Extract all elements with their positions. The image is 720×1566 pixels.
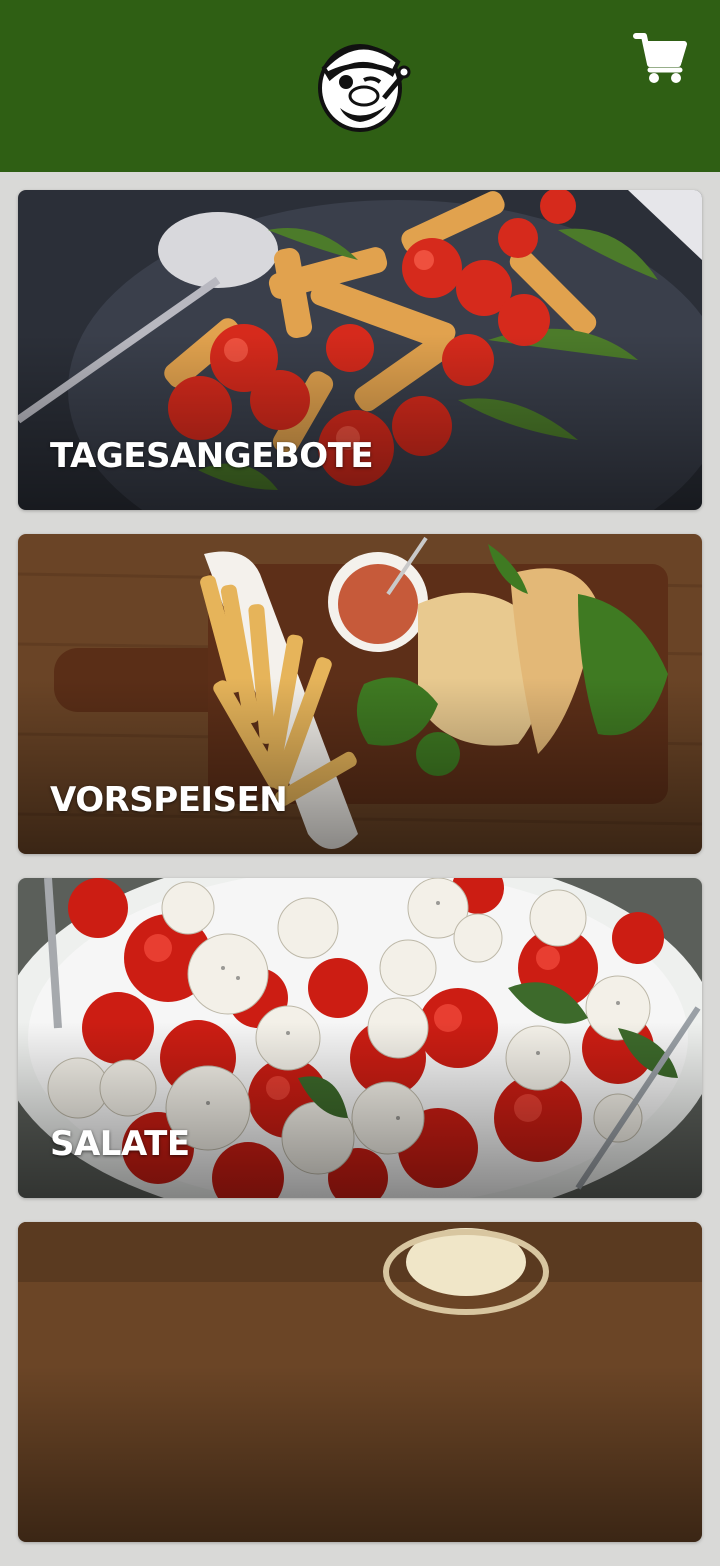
category-card-salate[interactable]: SALATE: [18, 878, 702, 1198]
category-title: TAGESANGEBOTE: [50, 436, 374, 476]
shopping-cart-icon[interactable]: [632, 30, 688, 86]
category-card-tagesangebote[interactable]: TAGESANGEBOTE: [18, 190, 702, 510]
sailor-logo-icon[interactable]: [306, 28, 414, 136]
category-card-vorspeisen[interactable]: VORSPEISEN: [18, 534, 702, 854]
category-card-partial[interactable]: [18, 1222, 702, 1542]
category-title: VORSPEISEN: [50, 780, 288, 820]
category-title: SALATE: [50, 1124, 190, 1164]
category-list: TAGESANGEBOTE VORSPEISEN SALATE: [18, 190, 702, 1566]
card-shade: [18, 1222, 702, 1542]
app-header: [0, 0, 720, 172]
